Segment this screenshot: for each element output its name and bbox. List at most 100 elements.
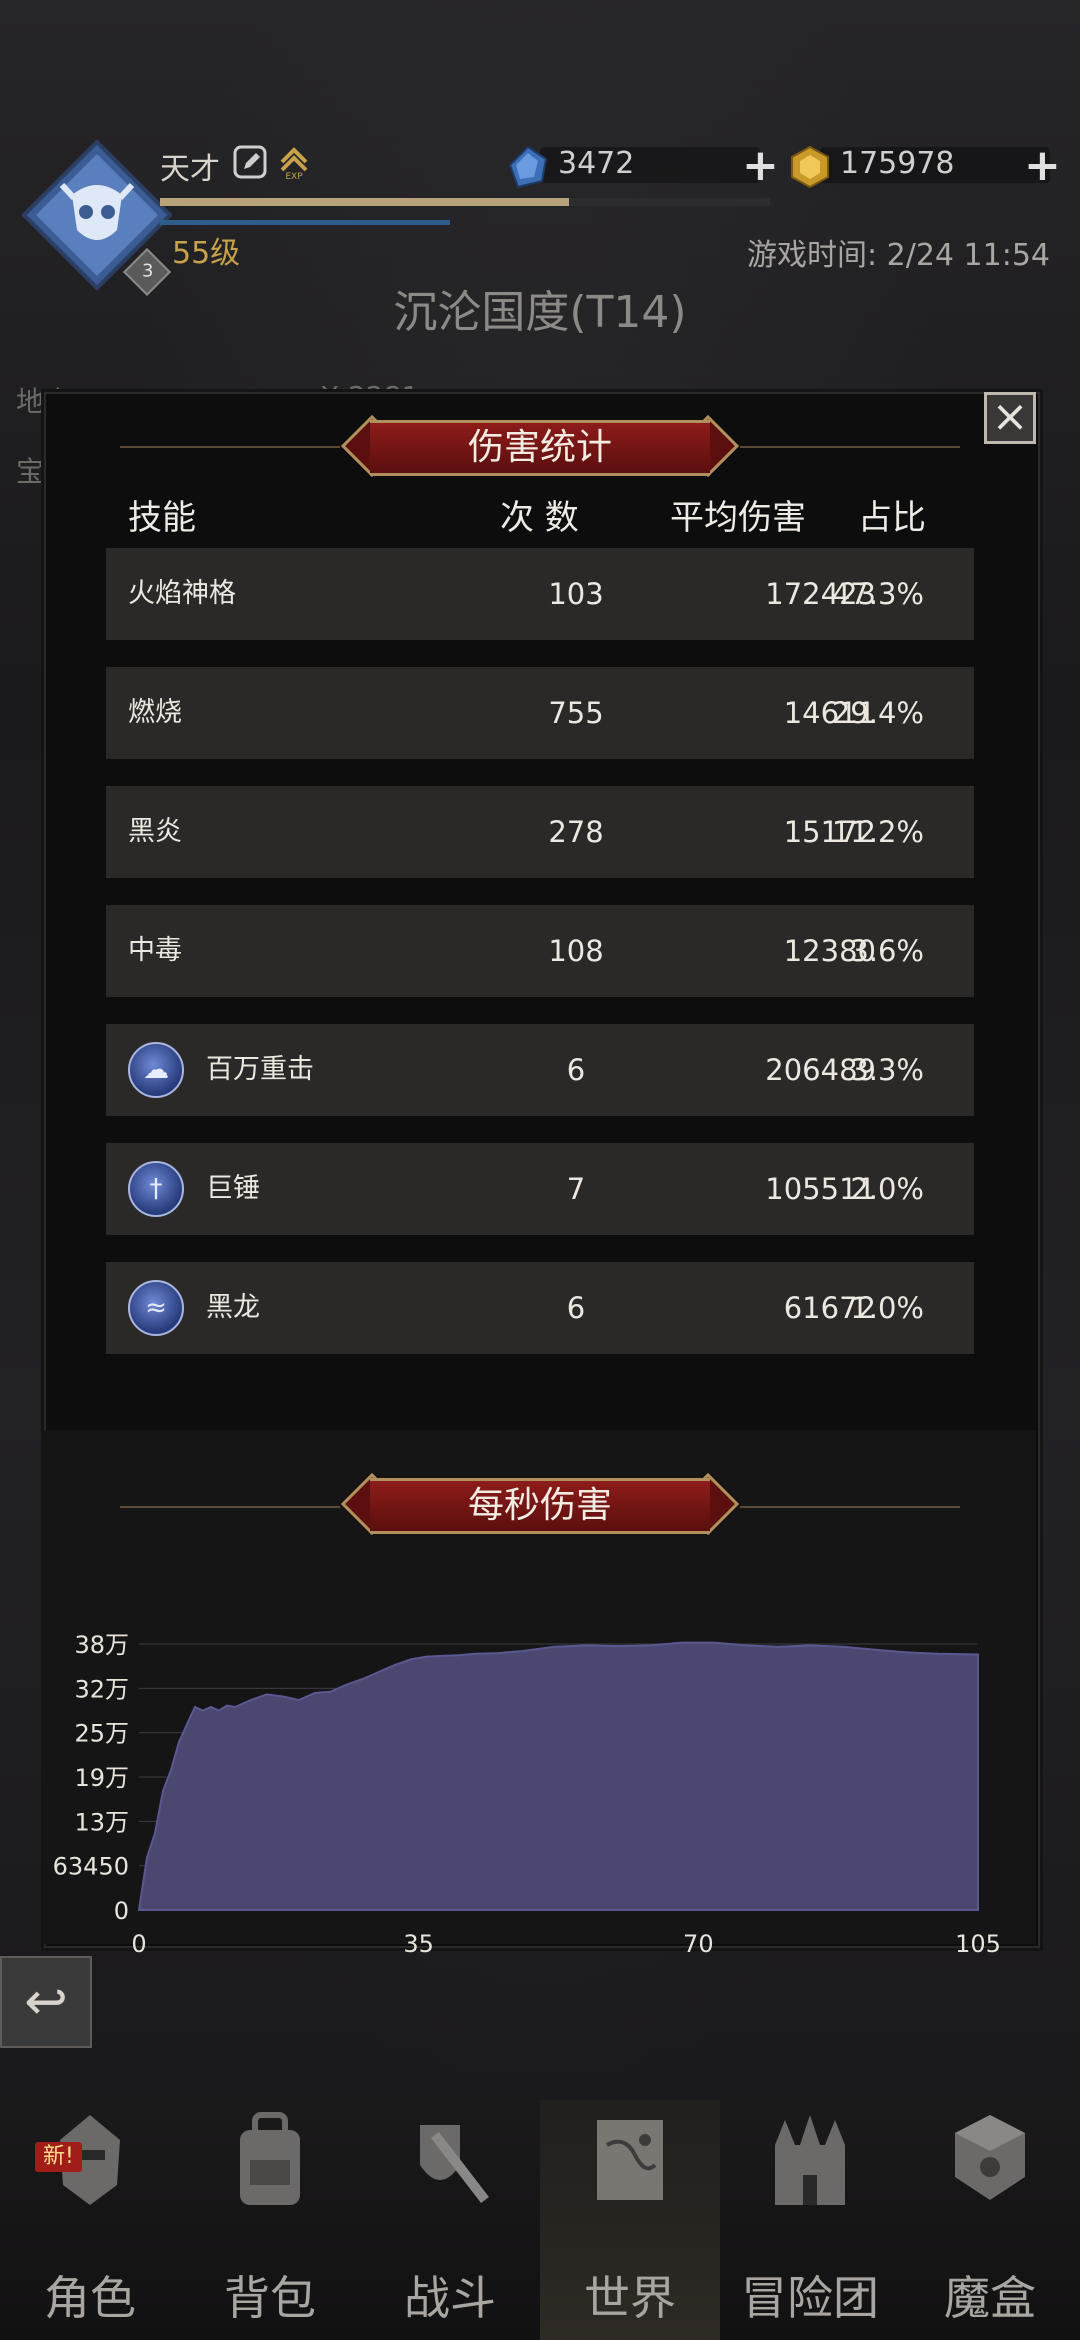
column-ratio: 占比 bbox=[858, 498, 926, 538]
add-gold-button[interactable]: + bbox=[1024, 140, 1061, 191]
x-tick-label: 105 bbox=[955, 1930, 1001, 1958]
skill-name: 中毒 bbox=[128, 935, 182, 966]
avg-damage: 105511 bbox=[765, 1172, 876, 1206]
banner-divider-right bbox=[740, 446, 960, 448]
y-tick-label: 19万 bbox=[74, 1764, 129, 1792]
banner-divider-left bbox=[120, 446, 340, 448]
sword-shield-icon bbox=[420, 2125, 489, 2204]
edit-name-icon[interactable] bbox=[232, 144, 268, 180]
nav-label: 战斗 bbox=[404, 2271, 496, 2325]
nav-item-sword-shield[interactable]: 战斗 bbox=[360, 2100, 540, 2340]
damage-ratio: 29.4% bbox=[831, 696, 924, 730]
return-arrow-icon: ↩ bbox=[24, 1972, 68, 2032]
hit-count: 103 bbox=[548, 577, 604, 611]
castle-icon bbox=[775, 2115, 845, 2205]
damage-stats-banner: 伤害统计 bbox=[340, 414, 740, 478]
column-skill: 技能 bbox=[128, 498, 196, 538]
dps-title: 每秒伤害 bbox=[467, 1485, 612, 1526]
dps-chart: 0 63450 13万 19万 25万 32万 38万 0 35 70 105 bbox=[53, 1631, 1001, 1958]
player-level: 55级 bbox=[172, 236, 241, 271]
y-tick-label: 25万 bbox=[74, 1720, 129, 1748]
damage-ratio: 2.0% bbox=[850, 1172, 924, 1206]
close-icon: × bbox=[991, 391, 1029, 442]
x-tick-label: 70 bbox=[683, 1930, 714, 1958]
location-title: 沉沦国度(T14) bbox=[393, 287, 687, 338]
nav-label: 冒险团 bbox=[741, 2271, 879, 2325]
sword-skill-icon: † bbox=[128, 1161, 184, 1217]
map-scroll-icon bbox=[597, 2120, 663, 2200]
damage-row[interactable]: † 巨锤 7 105511 2.0% bbox=[106, 1143, 974, 1235]
damage-ratio: 47.3% bbox=[831, 577, 924, 611]
nav-label: 背包 bbox=[224, 2271, 316, 2325]
y-tick-label: 32万 bbox=[74, 1675, 129, 1703]
gold-count: 175978 bbox=[840, 146, 955, 181]
damage-row[interactable]: ☁ 百万重击 6 206489 3.3% bbox=[106, 1024, 974, 1116]
column-avg-damage: 平均伤害 bbox=[670, 498, 806, 538]
back-button[interactable]: ↩ bbox=[0, 1956, 92, 2048]
avg-damage: 12380 bbox=[783, 934, 876, 968]
skill-name: 火焰神格 bbox=[128, 578, 236, 609]
skill-name: 百万重击 bbox=[206, 1054, 314, 1085]
damage-row[interactable]: ≈ 黑龙 6 61672 1.0% bbox=[106, 1262, 974, 1354]
hit-count: 108 bbox=[548, 934, 604, 968]
skill-name: 黑龙 bbox=[206, 1292, 260, 1323]
nav-item-castle[interactable]: 冒险团 bbox=[720, 2100, 900, 2340]
dps-banner-divider-left bbox=[120, 1506, 340, 1508]
avg-damage: 61672 bbox=[783, 1291, 876, 1325]
damage-row[interactable]: 火焰神格 103 172423 47.3% bbox=[106, 548, 974, 640]
exp-boost-icon[interactable]: EXP bbox=[276, 144, 312, 180]
dps-area-series bbox=[137, 1641, 979, 1911]
damage-ratio: 3.6% bbox=[850, 934, 924, 968]
damage-row[interactable]: 燃烧 755 14611 29.4% bbox=[106, 667, 974, 759]
player-name: 天才 bbox=[160, 152, 220, 187]
treasure-label: 宝 bbox=[16, 455, 45, 488]
table-scroll-fade bbox=[106, 1380, 974, 1410]
nav-item-helmet[interactable]: 新! 角色 bbox=[0, 2100, 180, 2340]
y-tick-label: 13万 bbox=[74, 1808, 129, 1836]
y-tick-label: 0 bbox=[114, 1897, 129, 1925]
hit-count: 755 bbox=[548, 696, 604, 730]
exp-bar bbox=[160, 198, 770, 206]
backpack-icon bbox=[240, 2112, 300, 2205]
close-button[interactable]: × bbox=[984, 392, 1036, 444]
exp-bar-fill bbox=[160, 198, 569, 206]
game-time: 游戏时间: 2/24 11:54 bbox=[746, 238, 1050, 273]
column-count: 次 数 bbox=[500, 498, 579, 538]
y-tick-label: 38万 bbox=[74, 1631, 129, 1659]
svg-text:EXP: EXP bbox=[285, 172, 303, 180]
hit-count: 6 bbox=[566, 1053, 586, 1087]
add-gems-button[interactable]: + bbox=[742, 140, 779, 191]
cloud-skill-icon: ☁ bbox=[128, 1042, 184, 1098]
hit-count: 7 bbox=[566, 1172, 586, 1206]
nav-item-magic-cube[interactable]: 魔盒 bbox=[900, 2100, 1080, 2340]
damage-row[interactable]: 中毒 108 12380 3.6% bbox=[106, 905, 974, 997]
damage-ratio: 1.0% bbox=[850, 1291, 924, 1325]
hit-count: 6 bbox=[566, 1291, 586, 1325]
dragon-skill-icon: ≈ bbox=[128, 1280, 184, 1336]
dps-banner: 每秒伤害 bbox=[340, 1472, 740, 1536]
damage-ratio: 11.2% bbox=[831, 815, 924, 849]
damage-ratio: 3.3% bbox=[850, 1053, 924, 1087]
magic-cube-icon bbox=[955, 2115, 1025, 2200]
skill-name: 黑炎 bbox=[128, 816, 182, 847]
x-tick-label: 0 bbox=[131, 1930, 146, 1958]
new-badge: 新! bbox=[35, 2142, 82, 2172]
nav-item-map-scroll[interactable]: 世界 bbox=[540, 2100, 720, 2340]
gold-icon bbox=[791, 145, 829, 189]
nav-label: 魔盒 bbox=[944, 2271, 1036, 2325]
hit-count: 278 bbox=[548, 815, 604, 849]
skill-name: 燃烧 bbox=[128, 697, 182, 728]
gem-icon bbox=[508, 145, 548, 189]
nav-label: 角色 bbox=[44, 2271, 136, 2325]
dps-banner-divider-right bbox=[740, 1506, 960, 1508]
damage-stats-title: 伤害统计 bbox=[467, 427, 612, 468]
damage-row[interactable]: 黑炎 278 15172 11.2% bbox=[106, 786, 974, 878]
gem-count: 3472 bbox=[558, 146, 635, 181]
nav-label: 世界 bbox=[584, 2271, 676, 2325]
stamina-bar bbox=[160, 220, 450, 225]
skill-name: 巨锤 bbox=[206, 1173, 260, 1204]
nav-item-backpack[interactable]: 背包 bbox=[180, 2100, 360, 2340]
y-tick-label: 63450 bbox=[53, 1853, 129, 1881]
x-tick-label: 35 bbox=[403, 1930, 434, 1958]
avg-damage: 206489 bbox=[765, 1053, 876, 1087]
